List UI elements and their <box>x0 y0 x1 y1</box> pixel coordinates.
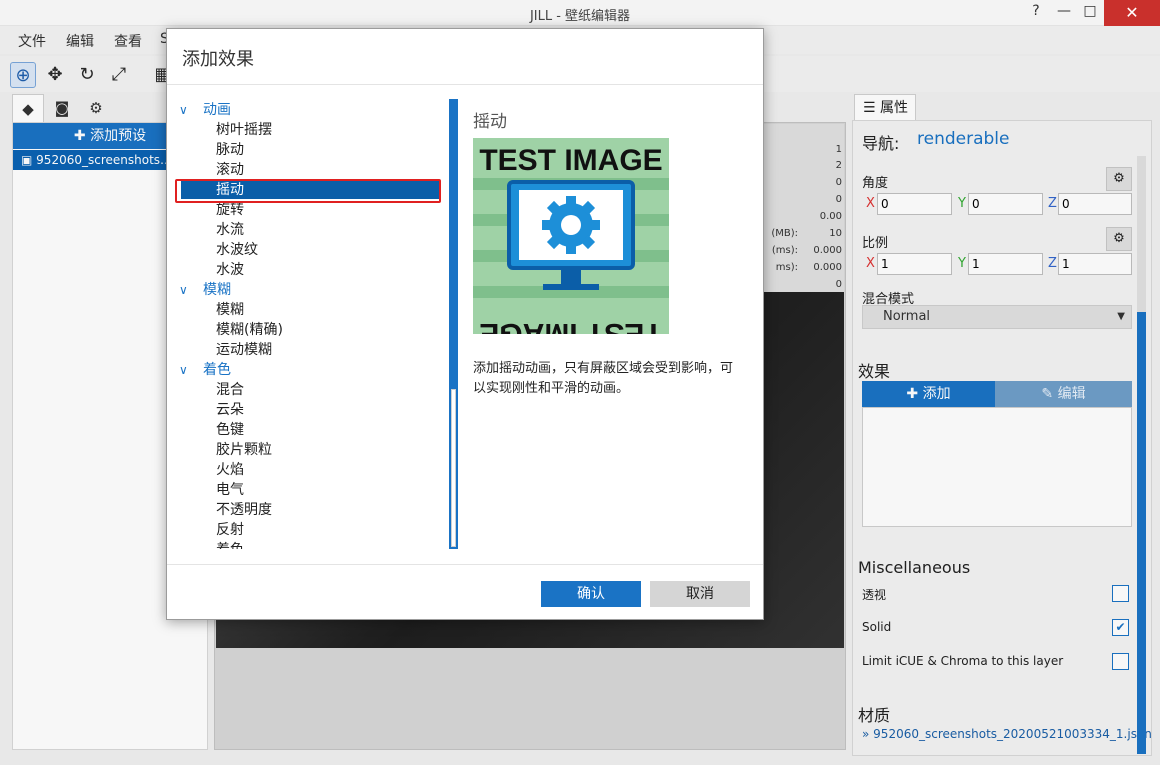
tree-item[interactable]: 脉动 <box>216 139 244 159</box>
tree-item[interactable]: 模糊(精确) <box>216 319 283 339</box>
tree-category[interactable]: ∨ 动画 <box>179 99 231 119</box>
tree-item[interactable]: 树叶摇摆 <box>216 119 272 139</box>
tree-category[interactable]: ∨ 模糊 <box>179 279 231 299</box>
effect-detail-title: 摇动 <box>473 112 507 132</box>
tree-item[interactable]: 滚动 <box>216 159 244 179</box>
tree-item[interactable]: 胶片颗粒 <box>216 439 272 459</box>
highlight-box <box>175 179 441 203</box>
add-effect-dialog: 添加效果 ∨ 动画 树叶摇摆 脉动 滚动 摇动 旋转 水流 水波纹 水波 ∨ 模糊 … <box>166 28 764 620</box>
tree-item[interactable]: 火焰 <box>216 459 244 479</box>
preview-text: TEST IMAGE <box>479 144 662 177</box>
close-button[interactable]: ✕ <box>1104 0 1160 26</box>
tree-scrollbar[interactable] <box>449 99 458 549</box>
confirm-button[interactable]: 确认 <box>541 581 641 607</box>
cancel-button[interactable]: 取消 <box>650 581 750 607</box>
title-bar: JILL - 壁纸编辑器 ? — □ ✕ <box>0 0 1160 26</box>
chevron-down-icon: ∨ <box>179 363 188 377</box>
tree-item[interactable]: 色键 <box>216 419 244 439</box>
preview-text-mirrored: TEST IMAGE <box>479 317 662 334</box>
tree-item[interactable]: 模糊 <box>216 299 244 319</box>
tree-item[interactable]: 水波纹 <box>216 239 258 259</box>
tree-category[interactable]: ∨ 着色 <box>179 359 231 379</box>
minimize-button[interactable]: — <box>1052 3 1076 23</box>
tree-item[interactable]: 水波 <box>216 259 244 279</box>
dialog-title: 添加效果 <box>182 49 254 70</box>
tree-item[interactable]: 不透明度 <box>216 499 272 519</box>
tree-item[interactable]: 混合 <box>216 379 244 399</box>
window-title: JILL - 壁纸编辑器 <box>529 9 631 24</box>
effect-preview-image: TEST IMAGE TEST IMAGE <box>473 138 669 334</box>
tree-item[interactable]: 着色 <box>216 539 244 549</box>
chevron-down-icon: ∨ <box>179 103 188 117</box>
tree-item[interactable]: 运动模糊 <box>216 339 272 359</box>
chevron-down-icon: ∨ <box>179 283 188 297</box>
effect-tree: ∨ 动画 树叶摇摆 脉动 滚动 摇动 旋转 水流 水波纹 水波 ∨ 模糊 模糊 模糊… <box>167 99 449 549</box>
maximize-button[interactable]: □ <box>1078 3 1102 23</box>
help-button[interactable]: ? <box>1024 3 1048 23</box>
effect-description: 添加摇动动画，只有屏蔽区域会受到影响，可以实现刚性和平滑的动画。 <box>473 361 734 396</box>
tree-item[interactable]: 反射 <box>216 519 244 539</box>
tree-item[interactable]: 云朵 <box>216 399 244 419</box>
tree-item[interactable]: 水流 <box>216 219 244 239</box>
tree-item[interactable]: 电气 <box>216 479 244 499</box>
test-image-graphic: TEST IMAGE TEST IMAGE <box>473 138 669 334</box>
